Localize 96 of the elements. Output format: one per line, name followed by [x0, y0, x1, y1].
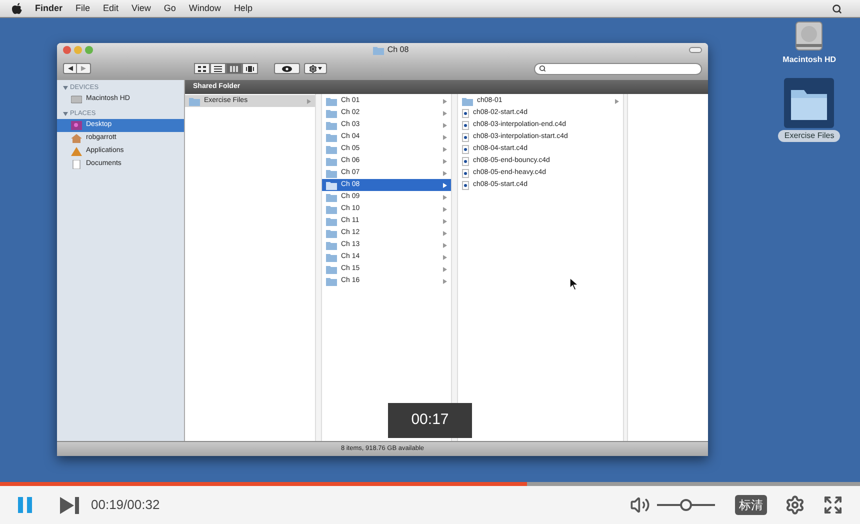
folder-icon — [326, 264, 337, 274]
folder-icon — [373, 46, 384, 54]
folder-icon — [326, 240, 337, 250]
disclosure-arrow-icon — [443, 230, 447, 236]
icon-view-icon — [198, 66, 206, 72]
desktop-icon-label: Macintosh HD — [782, 54, 837, 66]
disclosure-arrow-icon — [443, 170, 447, 176]
disclosure-triangle-icon[interactable] — [63, 112, 68, 116]
forward-arrow-icon — [81, 66, 86, 71]
disclosure-arrow-icon — [443, 194, 447, 200]
window-title: Ch 08 — [387, 44, 409, 56]
gear-icon — [309, 64, 317, 72]
progress-track[interactable] — [0, 482, 860, 486]
file-icon — [462, 144, 469, 154]
list-view-icon — [214, 66, 222, 72]
disclosure-arrow-icon — [443, 110, 447, 116]
folder-icon — [326, 120, 337, 130]
pointer-icon — [570, 278, 578, 290]
folder-icon[interactable] — [784, 78, 834, 128]
apple-logo-icon — [12, 3, 22, 14]
fullscreen-icon[interactable] — [823, 495, 843, 515]
file-icon — [462, 108, 469, 118]
applications-icon — [71, 147, 82, 156]
file-icon — [462, 156, 469, 166]
file-icon — [462, 132, 469, 142]
folder-icon — [326, 252, 337, 262]
eye-icon — [282, 66, 292, 72]
disclosure-arrow-icon — [443, 158, 447, 164]
pause-button[interactable] — [17, 497, 33, 513]
hard-drive-icon — [71, 95, 82, 104]
folder-icon — [326, 180, 337, 190]
volume-icon[interactable] — [630, 495, 650, 515]
column-view-icon — [230, 66, 238, 72]
disclosure-arrow-icon — [443, 278, 447, 284]
close-button[interactable] — [63, 46, 71, 54]
document-icon — [71, 160, 82, 169]
file-icon — [462, 180, 469, 190]
menu-item[interactable]: Edit — [103, 2, 119, 16]
disclosure-arrow-icon — [443, 122, 447, 128]
disclosure-arrow-icon — [307, 98, 311, 104]
search-field[interactable] — [534, 62, 702, 74]
disclosure-arrow-icon — [443, 266, 447, 272]
back-arrow-icon — [68, 66, 72, 71]
folder-icon — [326, 108, 337, 118]
hover-time-tooltip: 00:17 — [388, 403, 472, 438]
menu-item[interactable]: Window — [188, 2, 221, 16]
file-icon — [462, 168, 469, 178]
hard-drive-icon[interactable] — [793, 20, 826, 52]
settings-icon[interactable] — [785, 495, 805, 515]
disclosure-arrow-icon — [443, 242, 447, 248]
disclosure-arrow-icon — [443, 182, 447, 188]
forward-button[interactable] — [77, 63, 91, 74]
view-mode-button[interactable] — [194, 63, 210, 74]
app-menu[interactable]: Finder — [35, 2, 63, 16]
view-mode-button[interactable] — [210, 63, 226, 74]
folder-icon — [326, 204, 337, 214]
disclosure-arrow-icon — [443, 134, 447, 140]
desktop-icon-label: Exercise Files — [778, 130, 840, 142]
volume-slider[interactable] — [657, 499, 715, 511]
folder-icon — [326, 276, 337, 286]
folder-icon — [326, 228, 337, 238]
quality-button[interactable]: 标清 — [735, 495, 767, 515]
cover-flow-icon — [246, 66, 254, 72]
next-button[interactable] — [60, 496, 80, 514]
folder-icon — [326, 156, 337, 166]
disclosure-arrow-icon — [615, 98, 619, 104]
menu-item[interactable]: View — [132, 2, 151, 16]
disclosure-arrow-icon — [443, 146, 447, 152]
back-button[interactable] — [63, 63, 77, 74]
quick-look-button[interactable] — [274, 63, 300, 74]
menu-item[interactable]: File — [76, 2, 90, 16]
folder-icon — [326, 144, 337, 154]
folder-icon — [462, 96, 473, 106]
spotlight-search-icon[interactable] — [832, 4, 842, 14]
folder-icon — [189, 96, 200, 106]
column-resize-bar[interactable] — [451, 94, 458, 441]
folder-icon — [326, 132, 337, 142]
menu-item[interactable]: Help — [234, 2, 252, 16]
folder-icon — [326, 216, 337, 226]
playback-time: 00:19/00:32 — [91, 496, 160, 514]
view-mode-button[interactable] — [242, 63, 258, 74]
disclosure-triangle-icon[interactable] — [63, 86, 68, 90]
action-menu-button[interactable] — [304, 63, 327, 74]
desktop-icon — [71, 121, 82, 130]
menu-item[interactable]: Go — [164, 2, 176, 16]
file-icon — [462, 120, 469, 130]
disclosure-arrow-icon — [443, 206, 447, 212]
toolbar-toggle-button[interactable] — [689, 47, 702, 53]
folder-icon — [326, 96, 337, 106]
disclosure-arrow-icon — [443, 218, 447, 224]
search-icon — [539, 65, 546, 72]
house-icon — [71, 134, 82, 143]
caret-icon — [318, 67, 322, 70]
disclosure-arrow-icon — [443, 254, 447, 260]
volume-thumb[interactable] — [680, 499, 692, 511]
disclosure-arrow-icon — [443, 98, 447, 104]
